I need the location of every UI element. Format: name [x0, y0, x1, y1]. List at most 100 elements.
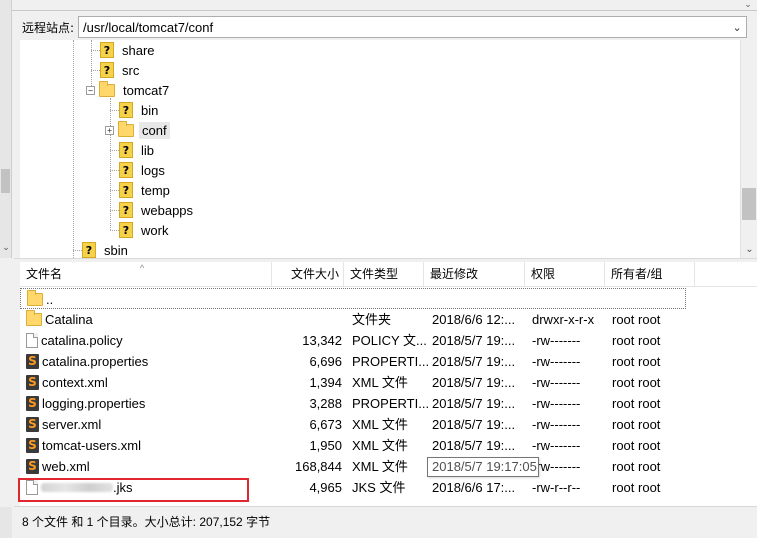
- tree-item-src[interactable]: ? src: [100, 60, 142, 80]
- tree-item-lib[interactable]: ? lib: [119, 140, 157, 160]
- file-permissions: -rw-------: [532, 438, 581, 453]
- file-row[interactable]: S server.xml 6,673 XML 文件 2018/5/7 19:..…: [20, 414, 757, 435]
- file-modified: 2018/6/6 12:...: [432, 312, 516, 327]
- tree-item-temp[interactable]: ? temp: [119, 180, 173, 200]
- file-name: context.xml: [42, 375, 108, 390]
- folder-icon: [26, 310, 42, 326]
- file-list-header: 文件名 ^ 文件大小 文件类型 最近修改 权限 所有者/组: [20, 262, 757, 287]
- column-header-name[interactable]: 文件名 ^: [20, 262, 272, 287]
- file-row[interactable]: S tomcat-users.xml 1,950 XML 文件 2018/5/7…: [20, 435, 757, 456]
- file-row[interactable]: S web.xml 168,844 XML 文件 -rw------- root…: [20, 456, 757, 477]
- file-size: [292, 309, 342, 330]
- sublime-icon: S: [26, 459, 39, 474]
- highlight-box: [18, 478, 249, 502]
- file-type: JKS 文件: [352, 480, 406, 495]
- tree-item-label[interactable]: work: [138, 222, 171, 239]
- scroll-thumb[interactable]: [742, 188, 756, 220]
- tree-item-label[interactable]: webapps: [138, 202, 196, 219]
- tree-guide-line: [110, 170, 119, 171]
- file-size: 3,288: [309, 396, 342, 411]
- tree-guide-line: [91, 70, 100, 71]
- file-permissions: drwxr-x-r-x: [532, 312, 595, 327]
- tree-item-label[interactable]: logs: [138, 162, 168, 179]
- tree-item-label[interactable]: sbin: [101, 242, 131, 259]
- tree-item-label[interactable]: conf: [139, 121, 170, 139]
- file-type: XML 文件: [352, 417, 408, 432]
- file-size: 6,696: [309, 354, 342, 369]
- file-size: 6,673: [309, 417, 342, 432]
- file-name-cell: S tomcat-users.xml: [26, 435, 296, 456]
- column-header-label: 最近修改: [430, 267, 479, 281]
- file-type: PROPERTI...: [352, 396, 428, 411]
- collapse-icon[interactable]: −: [86, 85, 95, 95]
- tree-item-label[interactable]: src: [119, 62, 142, 79]
- file-name-cell: S context.xml: [26, 372, 296, 393]
- file-name: ..: [46, 292, 54, 307]
- tree-item-bin[interactable]: ? bin: [119, 100, 161, 120]
- file-size: 4,965: [309, 480, 342, 495]
- sublime-icon: S: [26, 438, 39, 453]
- tree-scrollbar[interactable]: ⌄: [740, 40, 757, 258]
- file-type: XML 文件: [352, 438, 408, 453]
- file-modified: 2018/5/7 19:...: [432, 333, 516, 348]
- sublime-icon: S: [26, 354, 39, 369]
- chevron-down-icon[interactable]: ⌄: [728, 21, 746, 34]
- remote-site-label: 远程站点:: [22, 20, 75, 35]
- file-row[interactable]: S logging.properties 3,288 PROPERTI... 2…: [20, 393, 757, 414]
- expand-icon[interactable]: +: [105, 125, 114, 135]
- file-row[interactable]: S context.xml 1,394 XML 文件 2018/5/7 19:.…: [20, 372, 757, 393]
- tree-item-share[interactable]: ? share: [100, 40, 158, 60]
- tree-guide-line: [110, 210, 119, 211]
- tree-guide-line: [110, 110, 119, 111]
- modified-tooltip: 2018/5/7 19:17:05: [427, 457, 539, 477]
- remote-path-input[interactable]: /usr/local/tomcat7/conf ⌄: [78, 16, 748, 38]
- tree-item-label[interactable]: temp: [138, 182, 173, 199]
- scroll-up-icon[interactable]: [0, 14, 12, 26]
- column-header-type[interactable]: 文件类型: [344, 262, 424, 287]
- tree-item-sbin[interactable]: ? sbin: [82, 240, 131, 258]
- file-owner: root root: [612, 375, 661, 390]
- column-header-size[interactable]: 文件大小: [272, 262, 344, 287]
- column-header-owner[interactable]: 所有者/组: [605, 262, 695, 287]
- file-owner: root root: [612, 417, 661, 432]
- tree-item-work[interactable]: ? work: [119, 220, 171, 240]
- file-row-parent[interactable]: ..: [20, 288, 686, 309]
- chevron-down-icon[interactable]: ⌄: [741, 0, 755, 10]
- left-pane-scrollbar[interactable]: ⌄: [0, 14, 12, 258]
- sort-ascending-icon: ^: [140, 263, 145, 273]
- remote-path-value[interactable]: /usr/local/tomcat7/conf: [83, 20, 728, 35]
- file-name-cell: S catalina.properties: [26, 351, 296, 372]
- file-name-cell: S server.xml: [26, 414, 296, 435]
- status-bar: 8 个文件 和 1 个目录。大小总计: 207,152 字节: [0, 506, 757, 538]
- column-header-permissions[interactable]: 权限: [525, 262, 605, 287]
- tree-item-webapps[interactable]: ? webapps: [119, 200, 196, 220]
- file-type: 文件夹: [352, 312, 392, 327]
- tree-item-logs[interactable]: ? logs: [119, 160, 168, 180]
- tree-item-label[interactable]: bin: [138, 102, 161, 119]
- folder-icon: [99, 80, 115, 97]
- folder-icon: [118, 120, 134, 137]
- scroll-thumb[interactable]: [1, 169, 10, 193]
- tree-item-label[interactable]: tomcat7: [120, 82, 172, 99]
- column-header-label: 权限: [531, 267, 556, 281]
- tree-item-conf[interactable]: + conf: [105, 120, 170, 140]
- left-pane-scrollbar-top[interactable]: [0, 0, 12, 14]
- tree-item-label[interactable]: share: [119, 42, 158, 59]
- sublime-icon: S: [26, 417, 39, 432]
- chevron-down-icon[interactable]: ⌄: [741, 244, 757, 255]
- file-name-cell: S web.xml: [26, 456, 296, 477]
- file-name-cell: S logging.properties: [26, 393, 296, 414]
- chevron-down-icon[interactable]: ⌄: [0, 242, 12, 254]
- file-modified: 2018/5/7 19:...: [432, 354, 516, 369]
- tree-item-label[interactable]: lib: [138, 142, 157, 159]
- question-folder-icon: ?: [119, 182, 133, 198]
- file-size: 168,844: [295, 459, 342, 474]
- file-row[interactable]: catalina.policy 13,342 POLICY 文... 2018/…: [20, 330, 757, 351]
- file-row[interactable]: S catalina.properties 6,696 PROPERTI... …: [20, 351, 757, 372]
- column-header-modified[interactable]: 最近修改: [424, 262, 525, 287]
- file-row[interactable]: Catalina 文件夹 2018/6/6 12:... drwxr-x-r-x…: [20, 309, 757, 330]
- tree-guide-line: [110, 230, 119, 231]
- left-pane-scrollbar-bottom[interactable]: [0, 507, 12, 538]
- status-text: 8 个文件 和 1 个目录。大小总计: 207,152 字节: [22, 515, 271, 529]
- tree-item-tomcat7[interactable]: − tomcat7: [86, 80, 172, 100]
